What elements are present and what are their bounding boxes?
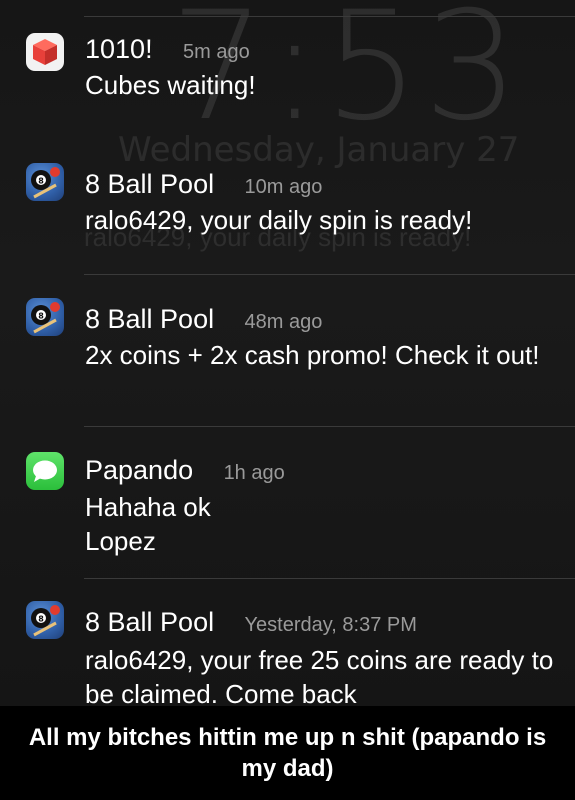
meme-caption: All my bitches hittin me up n shit (papa…	[0, 706, 575, 800]
messages-icon	[26, 452, 64, 490]
caption-text: All my bitches hittin me up n shit (papa…	[28, 724, 547, 782]
cube-icon	[26, 33, 64, 71]
timestamp: 5m ago	[183, 41, 250, 63]
app-name: 1010!	[85, 34, 153, 64]
app-name: 8 Ball Pool	[85, 304, 215, 334]
svg-text:8: 8	[38, 312, 44, 321]
8-ball-pool-icon: 8	[26, 601, 64, 639]
divider	[84, 274, 575, 275]
divider	[84, 578, 575, 579]
notification-message: 2x coins + 2x cash promo! Check it out!	[85, 340, 540, 370]
app-name: Papando	[85, 455, 194, 485]
timestamp: Yesterday, 8:37 PM	[244, 614, 417, 636]
timestamp: 48m ago	[244, 311, 323, 333]
app-name: 8 Ball Pool	[85, 169, 215, 199]
svg-text:8: 8	[38, 177, 44, 186]
8-ball-pool-icon: 8	[26, 163, 64, 201]
timestamp: 1h ago	[223, 462, 285, 484]
lock-screen: 7:53 Wednesday, January 27 ralo6429, you…	[0, 0, 575, 706]
svg-text:8: 8	[38, 615, 44, 624]
lockscreen-date: Wednesday, January 27	[118, 130, 520, 170]
timestamp: 10m ago	[244, 176, 323, 198]
notification-message: Cubes waiting!	[85, 70, 256, 100]
divider	[84, 426, 575, 427]
notification-message: Hahaha ok Lopez	[85, 492, 211, 556]
divider	[84, 16, 575, 17]
notification-message: ralo6429, your free 25 coins are ready t…	[85, 645, 554, 706]
notification-message: ralo6429, your daily spin is ready!	[85, 205, 473, 235]
8-ball-pool-icon: 8	[26, 298, 64, 336]
app-name: 8 Ball Pool	[85, 607, 215, 637]
